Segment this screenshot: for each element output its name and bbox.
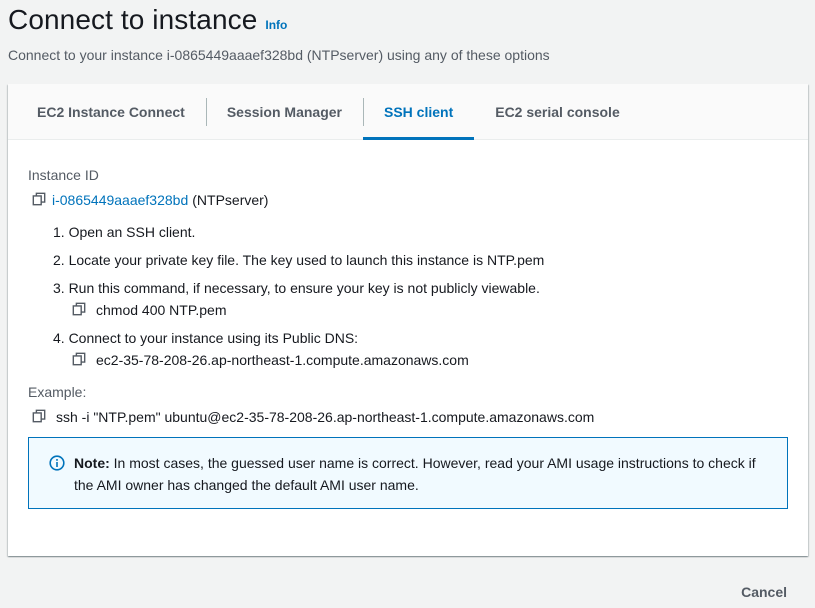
- info-alert: Note: In most cases, the guessed user na…: [28, 437, 788, 509]
- step-text: 2. Locate your private key file. The key…: [53, 252, 545, 268]
- chmod-command-row: chmod 400 NTP.pem: [53, 301, 788, 319]
- public-dns-row: ec2-35-78-208-26.ap-northeast-1.compute.…: [53, 351, 788, 369]
- copy-icon[interactable]: [32, 409, 48, 425]
- note-text: Note: In most cases, the guessed user na…: [74, 452, 769, 496]
- page-title: Connect to instance: [8, 4, 258, 35]
- title-row: Connect to instance Info: [8, 4, 808, 36]
- tab-ec2-serial-console[interactable]: EC2 serial console: [474, 84, 641, 139]
- tab-ec2-instance-connect[interactable]: EC2 Instance Connect: [16, 84, 206, 139]
- page-subtitle: Connect to your instance i-0865449aaaef3…: [8, 47, 550, 63]
- example-label: Example:: [28, 384, 87, 400]
- copy-icon[interactable]: [32, 192, 48, 208]
- page-header: Connect to instance Info Connect to your…: [8, 4, 808, 64]
- tab-bar: EC2 Instance Connect Session Manager SSH…: [8, 84, 808, 140]
- instance-id-label: Instance ID: [28, 167, 99, 183]
- info-circle-icon: [49, 455, 65, 471]
- instructions-list: 1. Open an SSH client. 2. Locate your pr…: [28, 223, 788, 369]
- cancel-button[interactable]: Cancel: [741, 584, 787, 600]
- instance-name: (NTPserver): [192, 192, 269, 208]
- public-dns: ec2-35-78-208-26.ap-northeast-1.compute.…: [96, 352, 469, 368]
- connect-panel: EC2 Instance Connect Session Manager SSH…: [8, 84, 808, 556]
- chmod-command: chmod 400 NTP.pem: [96, 302, 227, 318]
- ssh-client-content: Instance ID i-0865449aaaef328bd (NTPserv…: [8, 140, 808, 509]
- info-link[interactable]: Info: [265, 18, 287, 32]
- instance-id-row: i-0865449aaaef328bd (NTPserver): [28, 191, 788, 209]
- instance-id-link[interactable]: i-0865449aaaef328bd: [52, 191, 188, 209]
- tab-ssh-client[interactable]: SSH client: [362, 84, 475, 140]
- step-text: 4. Connect to your instance using its Pu…: [53, 330, 359, 346]
- step-text: 1. Open an SSH client.: [53, 224, 196, 240]
- copy-icon[interactable]: [72, 302, 88, 318]
- example-command: ssh -i "NTP.pem" ubuntu@ec2-35-78-208-26…: [56, 409, 595, 425]
- note-title: Note:: [74, 455, 110, 471]
- copy-icon[interactable]: [72, 352, 88, 368]
- note-body: In most cases, the guessed user name is …: [74, 455, 756, 493]
- list-item: 3. Run this command, if necessary, to en…: [53, 279, 788, 319]
- list-item: 4. Connect to your instance using its Pu…: [53, 329, 788, 369]
- step-text: 3. Run this command, if necessary, to en…: [53, 280, 540, 296]
- example-command-row: ssh -i "NTP.pem" ubuntu@ec2-35-78-208-26…: [28, 408, 788, 426]
- tab-session-manager[interactable]: Session Manager: [205, 84, 363, 139]
- list-item: 2. Locate your private key file. The key…: [53, 251, 788, 269]
- list-item: 1. Open an SSH client.: [53, 223, 788, 241]
